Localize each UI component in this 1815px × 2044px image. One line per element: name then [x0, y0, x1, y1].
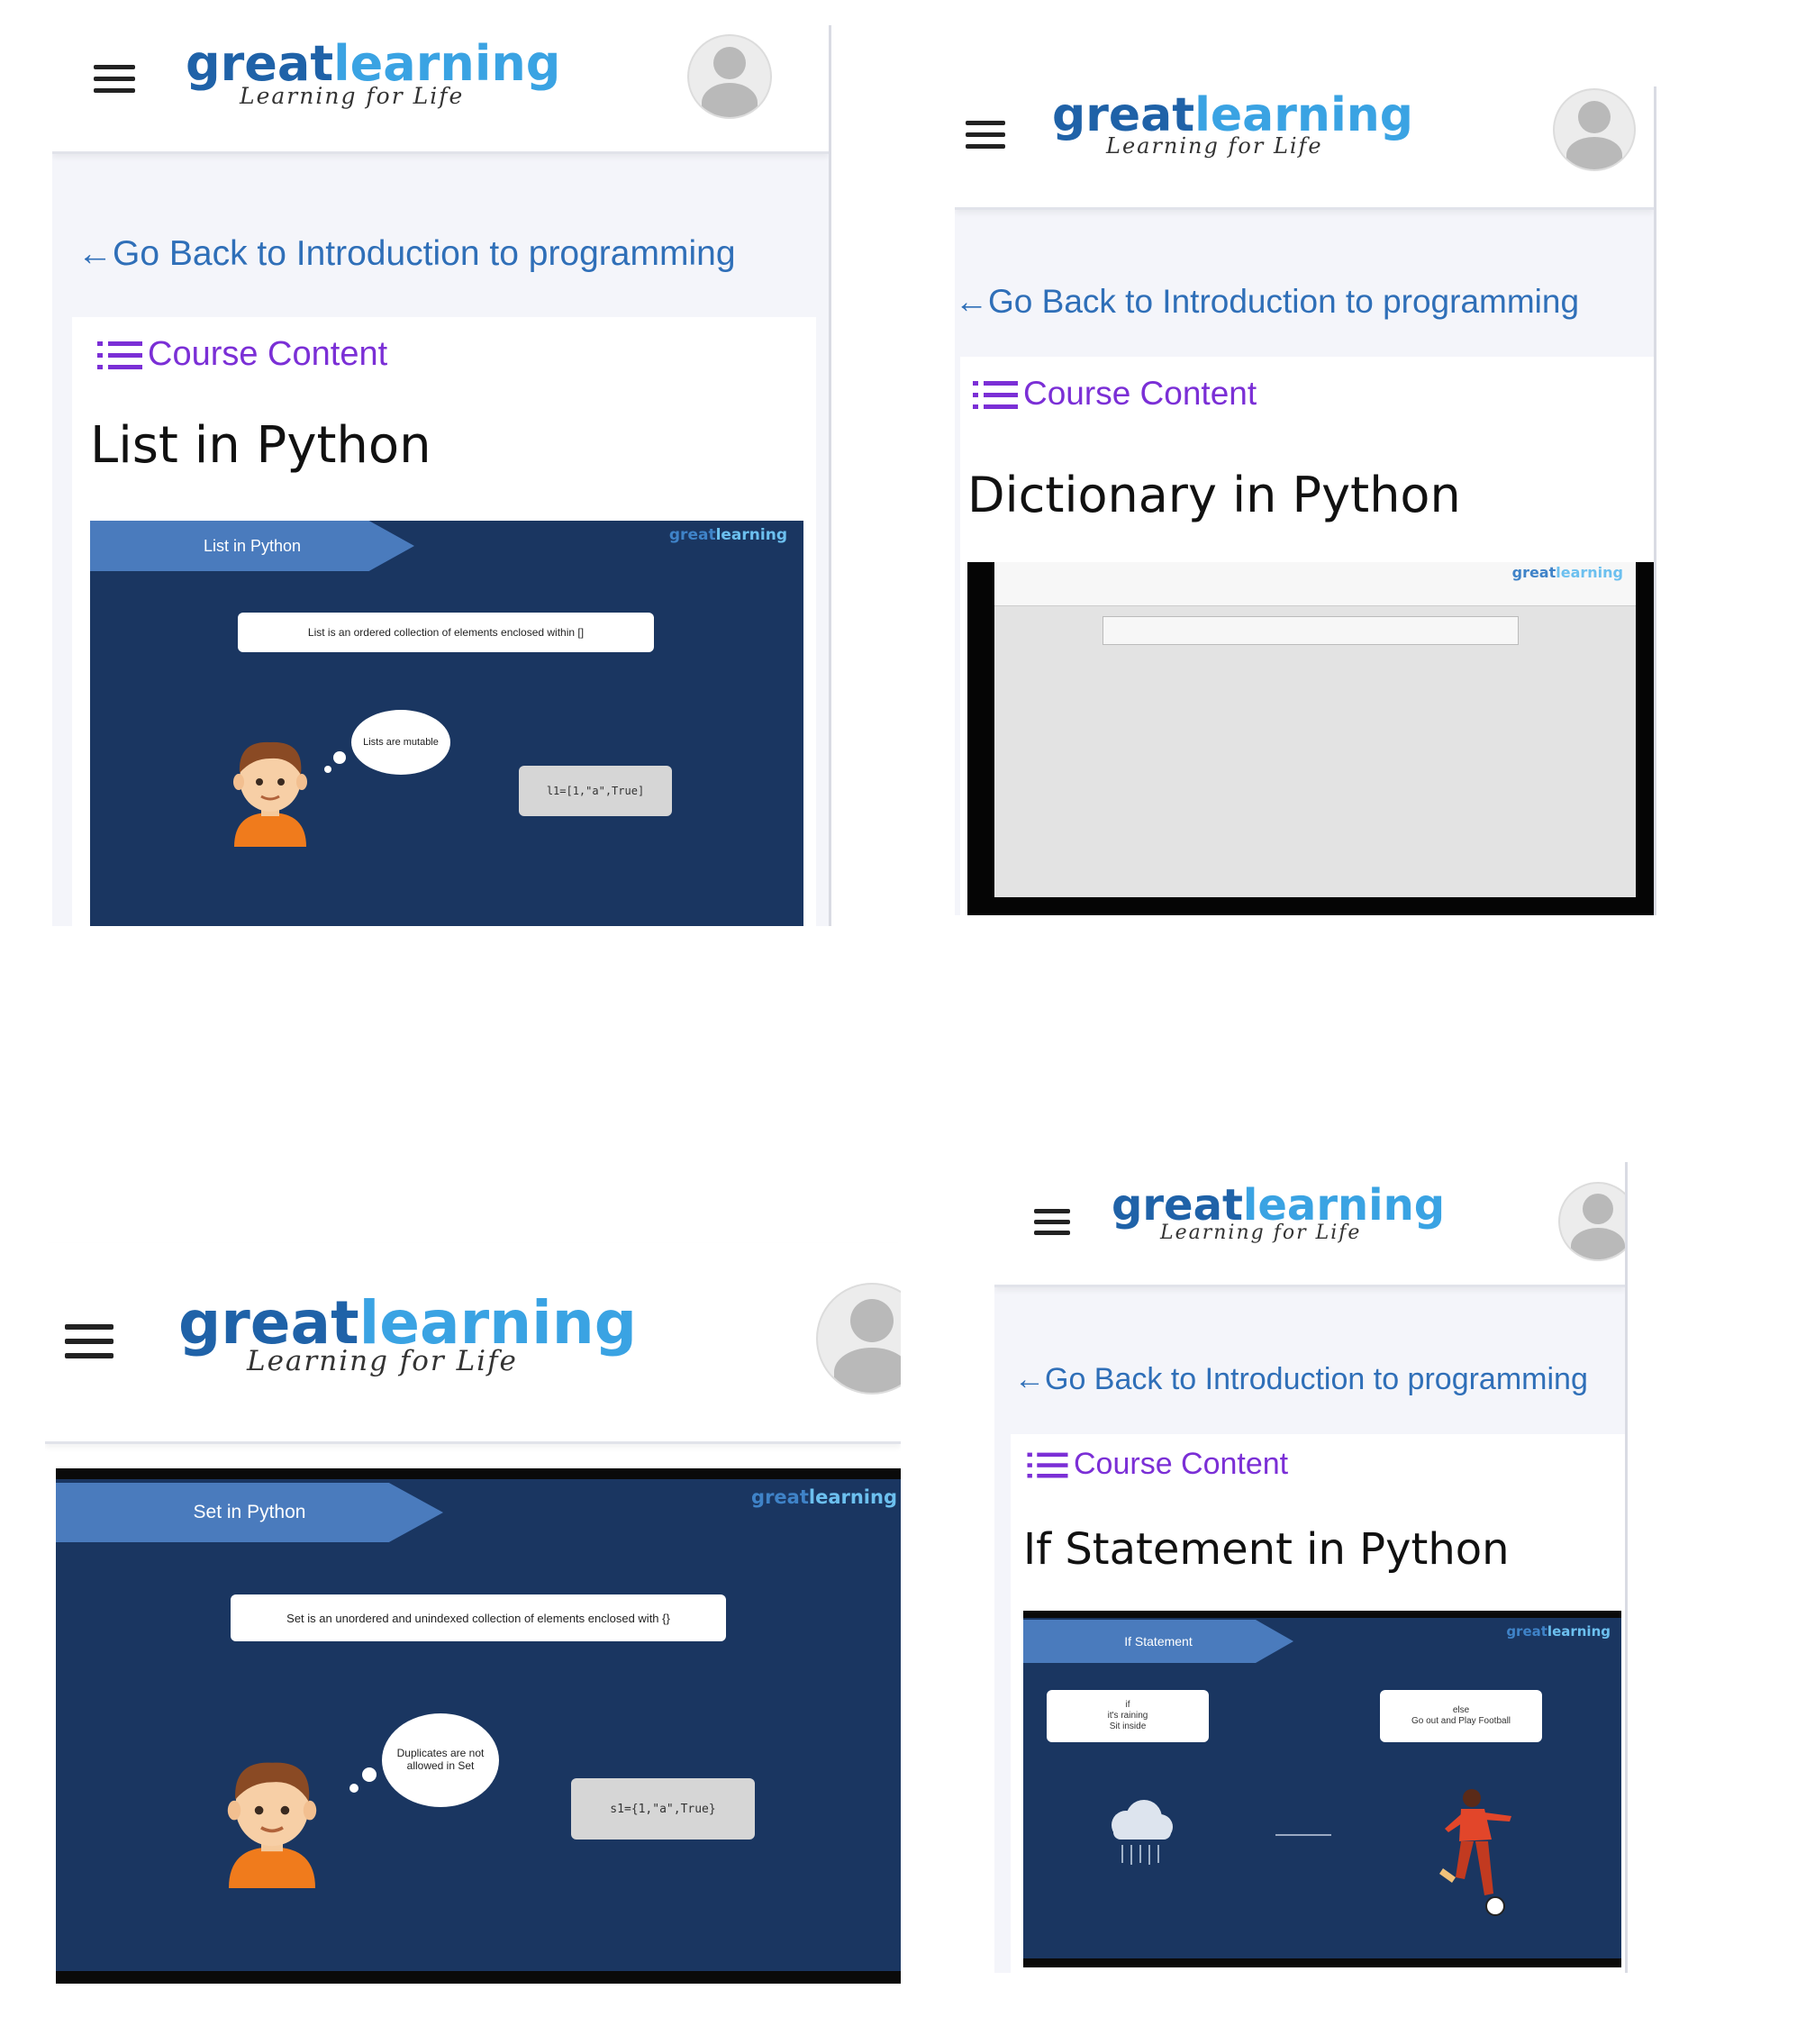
panel-set-in-python: greatlearning Learning for Life Set in P…: [45, 1225, 901, 1984]
lesson-title: If Statement in Python: [1023, 1524, 1510, 1575]
boy-illustration: [233, 741, 307, 847]
back-arrow-icon: ←: [1014, 1362, 1045, 1396]
course-content-button[interactable]: Course Content: [97, 335, 387, 374]
avatar-icon[interactable]: [1558, 1182, 1625, 1261]
back-arrow-icon: ←: [955, 283, 988, 320]
lesson-video-slide[interactable]: Set in Python greatlearning Set is an un…: [56, 1468, 901, 1984]
code-example: s1={1,"a",True}: [571, 1778, 755, 1840]
brand-logo[interactable]: greatlearning Learning for Life: [1052, 92, 1413, 157]
course-content-button[interactable]: Course Content: [1027, 1447, 1288, 1482]
notebook-screenshot: greatlearning: [994, 562, 1636, 897]
else-box: else Go out and Play Football: [1380, 1690, 1542, 1742]
slide-ribbon: List in Python: [90, 521, 414, 571]
slide-logo: greatlearning: [751, 1486, 897, 1508]
lesson-video-slide[interactable]: If Statement greatlearning if it's raini…: [1023, 1611, 1621, 1967]
content-card: Course Content If Statement in Python If…: [1011, 1434, 1625, 1973]
definition-box: List is an ordered collection of element…: [238, 613, 654, 652]
back-to-course-link[interactable]: ←Go Back to Introduction to programming: [955, 283, 1579, 321]
panel-dictionary-in-python: greatlearning Learning for Life ←Go Back…: [955, 86, 1656, 915]
thought-bubble: Lists are mutable: [351, 710, 450, 775]
app-header: greatlearning Learning for Life: [955, 86, 1654, 210]
arrow-connector: [1275, 1834, 1331, 1836]
menu-icon[interactable]: [966, 121, 1005, 149]
back-to-course-link[interactable]: ←Go Back to Introduction to programming: [77, 234, 736, 274]
app-header: greatlearning Learning for Life: [52, 25, 829, 154]
content-card: Course Content Dictionary in Python grea…: [960, 357, 1654, 915]
lesson-video-slide[interactable]: List in Python greatlearning List is an …: [90, 521, 803, 926]
panel-if-statement-in-python: greatlearning Learning for Life ←Go Back…: [994, 1162, 1628, 1973]
brand-logo[interactable]: greatlearning Learning for Life: [178, 1294, 637, 1376]
app-header: greatlearning Learning for Life: [994, 1162, 1625, 1287]
avatar-icon[interactable]: [687, 34, 772, 119]
thought-bubble: Duplicates are not allowed in Set: [382, 1713, 499, 1807]
avatar-icon[interactable]: [816, 1283, 901, 1394]
brand-logo[interactable]: greatlearning Learning for Life: [1112, 1184, 1445, 1243]
avatar-icon[interactable]: [1553, 88, 1636, 171]
back-to-course-link[interactable]: ←Go Back to Introduction to programming: [1014, 1362, 1588, 1397]
list-icon: [97, 341, 142, 369]
lesson-title: List in Python: [90, 416, 431, 475]
app-header: greatlearning Learning for Life: [45, 1243, 901, 1444]
slide-ribbon: Set in Python: [56, 1483, 443, 1542]
menu-icon[interactable]: [94, 65, 135, 93]
list-icon: [973, 381, 1018, 410]
definition-box: Set is an unordered and unindexed collec…: [231, 1594, 726, 1641]
list-icon: [1027, 1452, 1068, 1478]
menu-icon[interactable]: [65, 1324, 113, 1358]
football-player-icon: [1439, 1789, 1511, 1916]
slide-logo: greatlearning: [1511, 564, 1623, 581]
cloud-rain-icon: [1112, 1800, 1173, 1865]
course-content-button[interactable]: Course Content: [973, 375, 1257, 413]
lesson-title: Dictionary in Python: [967, 467, 1461, 523]
boy-illustration: [227, 1762, 317, 1888]
slide-logo: greatlearning: [1506, 1623, 1611, 1640]
if-condition-box: if it's raining Sit inside: [1047, 1690, 1209, 1742]
lesson-video-slide[interactable]: greatlearning: [967, 562, 1654, 915]
content-card: Course Content List in Python List in Py…: [72, 317, 816, 926]
brand-logo[interactable]: greatlearning Learning for Life: [186, 40, 560, 108]
slide-logo: greatlearning: [668, 526, 787, 544]
slide-ribbon: If Statement: [1023, 1620, 1293, 1663]
panel-list-in-python: greatlearning Learning for Life ←Go Back…: [52, 25, 831, 926]
code-example: l1=[1,"a",True]: [519, 766, 672, 816]
menu-icon[interactable]: [1034, 1209, 1070, 1235]
back-arrow-icon: ←: [77, 234, 113, 273]
